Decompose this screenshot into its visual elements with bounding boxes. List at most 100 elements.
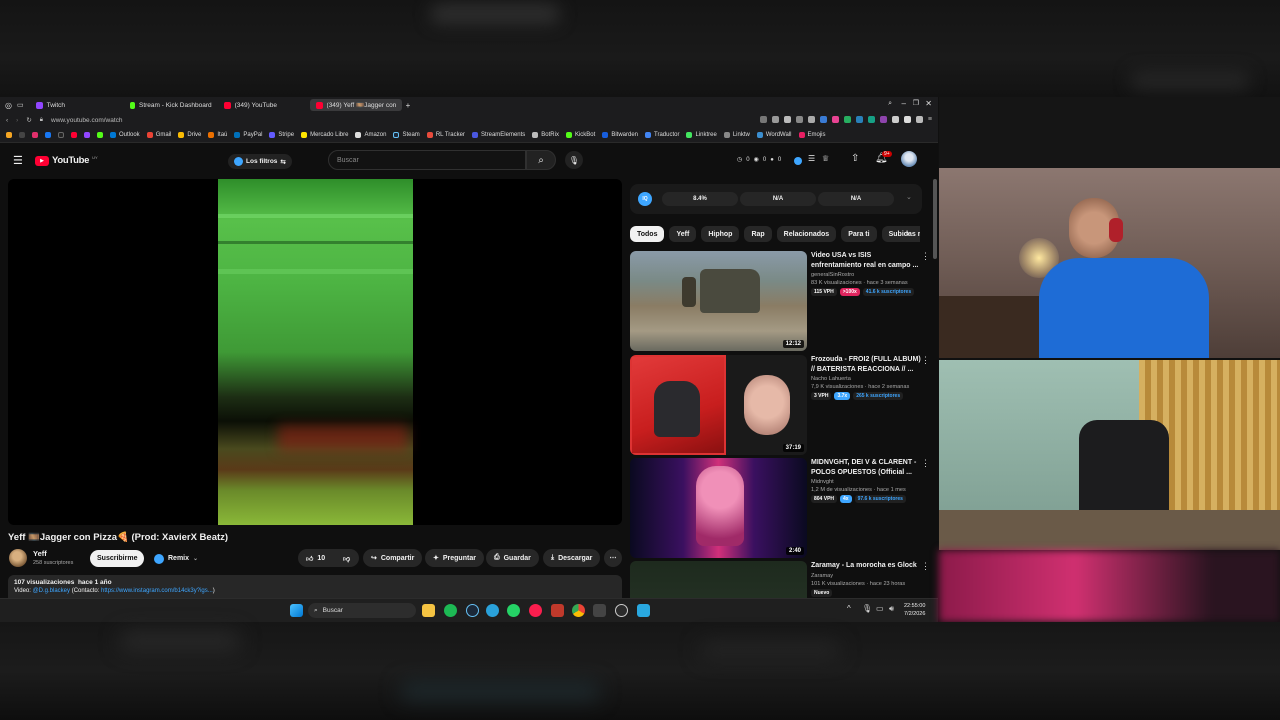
minimize-icon[interactable]: –: [902, 99, 906, 108]
bookmark-stripe[interactable]: Stripe: [269, 131, 294, 138]
video-thumbnail[interactable]: [630, 561, 807, 601]
bookmark-bitwarden[interactable]: Bitwarden: [602, 131, 638, 138]
tab-current-video[interactable]: (349) Yeff 🎞️Jagger con: [309, 99, 402, 111]
download-button[interactable]: ⤓ Descargar: [543, 549, 601, 567]
bookmark-mercadolibre[interactable]: Mercado Libre: [301, 131, 348, 138]
taskbar-search[interactable]: ⌕ Buscar: [308, 603, 416, 618]
chevron-down-icon[interactable]: ⌄: [906, 193, 912, 201]
channel-avatar[interactable]: [9, 549, 27, 567]
extension-icon[interactable]: [891, 116, 899, 123]
bookmark-steam[interactable]: Steam: [393, 131, 420, 138]
twitch-icon[interactable]: [84, 131, 90, 138]
bookmark-kickbot[interactable]: KickBot: [565, 131, 595, 138]
more-options-icon[interactable]: ⋮: [921, 561, 930, 572]
extension-icon[interactable]: [783, 116, 791, 123]
forward-icon[interactable]: ›: [16, 117, 18, 124]
filters-button[interactable]: Los filtros ⇆: [228, 154, 292, 169]
ask-button[interactable]: ✦ Preguntar: [425, 549, 484, 567]
subscribe-button[interactable]: Suscribirme: [90, 550, 145, 567]
video-title[interactable]: Video USA vs ISIS enfrentamiento real en…: [811, 251, 923, 270]
instagram-icon[interactable]: [32, 131, 38, 138]
recommendation-item[interactable]: 37:19 Frozouda - FROI2 (FULL ALBUM) // B…: [630, 355, 930, 455]
voice-search-button[interactable]: 🎙︎: [565, 151, 583, 169]
app-icon[interactable]: [593, 604, 606, 617]
new-tab-icon[interactable]: +: [406, 101, 411, 110]
video-title[interactable]: MIDNVGHT, DEI V & CLARENT - POLOS OPUEST…: [811, 458, 923, 477]
clock[interactable]: 22:55:00 7/2/2026: [904, 602, 925, 618]
chip-rap[interactable]: Rap: [744, 226, 772, 242]
extension-icon[interactable]: [903, 116, 911, 123]
bookmark-amazon[interactable]: Amazon: [355, 131, 386, 138]
channel-name[interactable]: Nacho Lahuerta: [811, 376, 923, 382]
video-thumbnail[interactable]: 2:40: [630, 458, 807, 558]
spotify-icon[interactable]: [444, 604, 457, 617]
chevron-up-icon[interactable]: ^: [847, 604, 851, 613]
channel-name[interactable]: Zaramay: [811, 573, 923, 579]
search-box[interactable]: Buscar: [328, 150, 526, 170]
extension-icon[interactable]: [915, 116, 923, 123]
telegram-icon[interactable]: [486, 604, 499, 617]
bookmark-linktw[interactable]: Linktw: [723, 131, 750, 138]
upload-icon[interactable]: ⇧: [851, 153, 859, 164]
dislike-button[interactable]: 👎︎: [338, 549, 359, 567]
page-scrollbar[interactable]: [933, 179, 937, 259]
iq-extension-icon[interactable]: [794, 157, 802, 165]
bookmark-botrix[interactable]: BotRix: [532, 131, 559, 138]
save-button[interactable]: ⎙ Guardar: [486, 549, 539, 567]
bookmark-icon[interactable]: [6, 131, 12, 138]
facebook-icon[interactable]: [45, 131, 51, 138]
youtube-icon[interactable]: [71, 131, 77, 138]
bookmark-outlook[interactable]: Outlook: [110, 131, 140, 138]
chip-yeff[interactable]: Yeff: [669, 226, 697, 242]
browser-menu-icon[interactable]: ◎: [5, 101, 12, 110]
video-title[interactable]: Zaramay - La morocha es Glock: [811, 561, 923, 571]
bookmark-linktree[interactable]: Linktree: [686, 131, 717, 138]
microphone-icon[interactable]: 🎙︎: [862, 604, 872, 613]
menu-icon[interactable]: ≡: [928, 116, 932, 123]
recommendation-item[interactable]: Zaramay - La morocha es Glock Zaramay 10…: [630, 561, 930, 601]
url-text[interactable]: www.youtube.com/watch: [51, 117, 123, 124]
search-button[interactable]: ⌕: [526, 150, 556, 170]
recommendation-item[interactable]: 12:12 Video USA vs ISIS enfrentamiento r…: [630, 251, 930, 351]
share-button[interactable]: ↪ Compartir: [363, 549, 423, 567]
more-options-icon[interactable]: ⋮: [921, 458, 930, 469]
description-instagram-link[interactable]: https://www.instagram.com/b14ck3y?igs...: [101, 588, 213, 594]
extension-icon[interactable]: [843, 116, 851, 123]
extension-icon[interactable]: [831, 116, 839, 123]
chip-todos[interactable]: Todos: [630, 226, 665, 242]
chip-subidas-recientes[interactable]: Subidas reci: [881, 226, 920, 242]
extension-icon[interactable]: [819, 116, 827, 123]
bookmark-rltracker[interactable]: RL Tracker: [426, 131, 465, 138]
extension-icon[interactable]: [855, 116, 863, 123]
extension-icon[interactable]: [771, 116, 779, 123]
extension-icon[interactable]: [795, 116, 803, 123]
channel-name[interactable]: Yeff: [33, 549, 47, 558]
recommendation-item[interactable]: 2:40 MIDNVGHT, DEI V & CLARENT - POLOS O…: [630, 458, 930, 558]
hamburger-menu-icon[interactable]: ☰: [13, 154, 23, 167]
chip-relacionados[interactable]: Relacionados: [776, 226, 837, 242]
video-thumbnail[interactable]: 37:19: [630, 355, 807, 455]
youtube-logo[interactable]: ▶ YouTube UY: [35, 155, 98, 166]
windows-start-icon[interactable]: [290, 604, 303, 617]
extension-icon[interactable]: [879, 116, 887, 123]
more-options-icon[interactable]: ⋮: [921, 355, 930, 366]
video-thumbnail[interactable]: 12:12: [630, 251, 807, 351]
bookmark-paypal[interactable]: PayPal: [234, 131, 262, 138]
app-icon[interactable]: [637, 604, 650, 617]
x-icon[interactable]: [19, 131, 25, 138]
channel-name[interactable]: generalSinRostro: [811, 272, 923, 278]
chrome-icon[interactable]: [572, 604, 585, 617]
chip-hiphop[interactable]: Hiphop: [701, 226, 740, 242]
description-handle-link[interactable]: @D.g.blackey: [33, 588, 70, 594]
obs-icon[interactable]: [615, 604, 628, 617]
speaker-icon[interactable]: 🔊︎: [889, 604, 894, 614]
kick-icon[interactable]: [97, 131, 103, 138]
avatar[interactable]: [901, 151, 917, 167]
app-icon[interactable]: [551, 604, 564, 617]
opera-gx-icon[interactable]: [529, 604, 542, 617]
remix-button[interactable]: Remix ⌄: [150, 550, 202, 567]
tab-kick[interactable]: Stream - Kick Dashboard: [124, 99, 218, 111]
network-icon[interactable]: ▭: [876, 604, 884, 613]
chevron-right-icon[interactable]: ›: [906, 228, 909, 239]
sidebar-toggle-icon[interactable]: ▭: [17, 101, 24, 109]
